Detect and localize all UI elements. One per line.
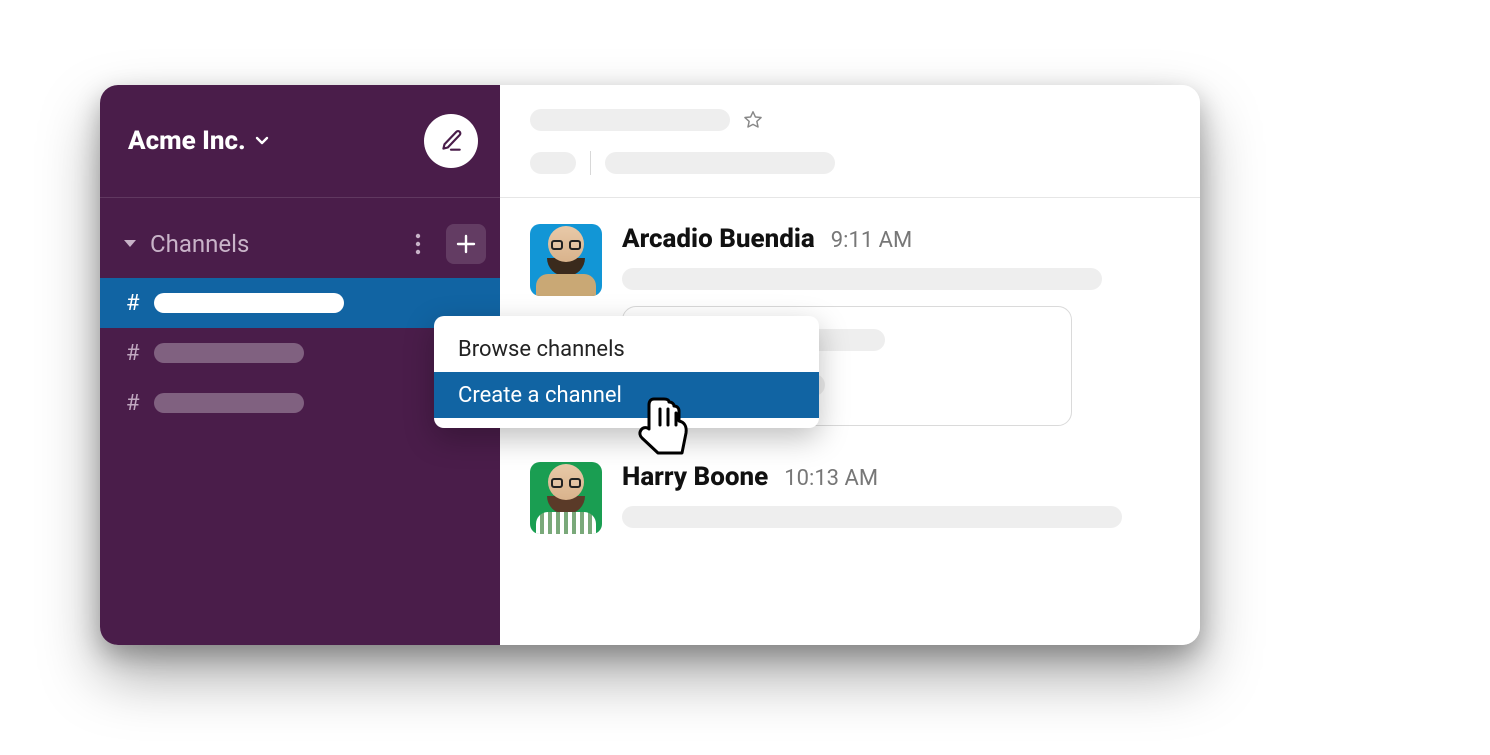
menu-item-browse-channels[interactable]: Browse channels bbox=[434, 326, 819, 372]
channels-actions bbox=[400, 224, 486, 264]
channel-name-placeholder bbox=[154, 393, 304, 413]
workspace-switcher[interactable]: Acme Inc. bbox=[128, 126, 270, 156]
sender-name[interactable]: Arcadio Buendia bbox=[622, 224, 815, 254]
message-header: Arcadio Buendia 9:11 AM bbox=[622, 224, 1170, 254]
message-time: 10:13 AM bbox=[784, 466, 878, 491]
channel-header bbox=[500, 85, 1200, 198]
meta-placeholder bbox=[605, 152, 835, 174]
channel-meta-row bbox=[530, 151, 1170, 175]
more-vertical-icon bbox=[415, 233, 421, 255]
channel-name-placeholder bbox=[154, 343, 304, 363]
channels-label: Channels bbox=[150, 230, 249, 258]
workspace-name: Acme Inc. bbox=[128, 126, 246, 156]
sidebar-header: Acme Inc. bbox=[100, 85, 500, 198]
channels-toggle[interactable]: Channels bbox=[122, 230, 400, 258]
caret-down-icon bbox=[122, 237, 138, 251]
channel-name-placeholder bbox=[154, 293, 344, 313]
meta-divider bbox=[590, 151, 591, 175]
sender-name[interactable]: Harry Boone bbox=[622, 462, 768, 492]
star-icon[interactable] bbox=[742, 109, 764, 131]
channels-section-header: Channels bbox=[100, 198, 500, 278]
message: Harry Boone 10:13 AM bbox=[530, 462, 1170, 534]
avatar[interactable] bbox=[530, 224, 602, 296]
person-illustration bbox=[536, 226, 596, 296]
message-text-placeholder bbox=[622, 506, 1122, 528]
hash-icon: # bbox=[126, 291, 140, 316]
menu-item-create-channel[interactable]: Create a channel bbox=[434, 372, 819, 418]
menu-item-label: Create a channel bbox=[458, 383, 622, 408]
chevron-down-icon bbox=[254, 133, 270, 149]
message-body: Harry Boone 10:13 AM bbox=[622, 462, 1170, 534]
message-text-placeholder bbox=[622, 268, 1102, 290]
meta-placeholder bbox=[530, 152, 576, 174]
compose-button[interactable] bbox=[424, 114, 478, 168]
add-channel-button[interactable] bbox=[446, 224, 486, 264]
hash-icon: # bbox=[126, 341, 140, 366]
channel-title-row bbox=[530, 109, 1170, 131]
hash-icon: # bbox=[126, 391, 140, 416]
channel-title-placeholder bbox=[530, 109, 730, 131]
compose-icon bbox=[438, 128, 464, 154]
plus-icon bbox=[456, 234, 476, 254]
avatar[interactable] bbox=[530, 462, 602, 534]
message-header: Harry Boone 10:13 AM bbox=[622, 462, 1170, 492]
person-illustration bbox=[536, 464, 596, 534]
channels-more-button[interactable] bbox=[400, 226, 436, 262]
message-time: 9:11 AM bbox=[831, 228, 912, 253]
add-channel-menu: Browse channels Create a channel bbox=[434, 316, 819, 428]
menu-item-label: Browse channels bbox=[458, 337, 625, 362]
